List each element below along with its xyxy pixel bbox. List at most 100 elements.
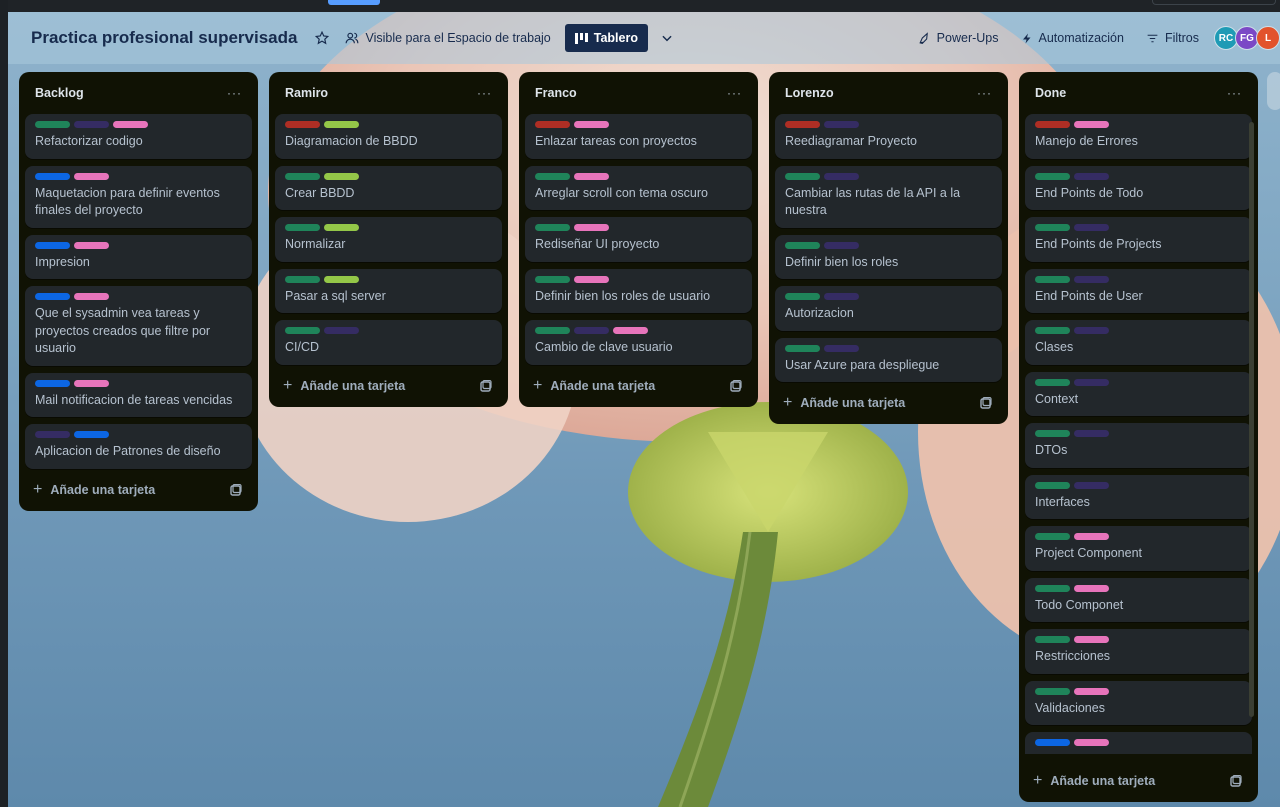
- label-green[interactable]: [1035, 481, 1070, 489]
- card[interactable]: Interfaces: [1025, 474, 1252, 519]
- card-template-icon[interactable]: [230, 483, 242, 496]
- list-menu-icon[interactable]: ···: [477, 86, 492, 100]
- label-purple[interactable]: [574, 327, 609, 334]
- board-view-button[interactable]: Tablero: [564, 24, 648, 52]
- label-purple[interactable]: [1074, 481, 1109, 489]
- label-red[interactable]: [1035, 121, 1070, 128]
- card[interactable]: Tema Oscuro: [1025, 732, 1252, 754]
- label-purple[interactable]: [824, 293, 859, 300]
- label-purple[interactable]: [1074, 430, 1109, 437]
- label-pink[interactable]: [613, 327, 648, 334]
- list-menu-icon[interactable]: ···: [227, 86, 242, 100]
- card[interactable]: Context: [1025, 371, 1252, 416]
- card[interactable]: Clases: [1025, 320, 1252, 365]
- list-menu-icon[interactable]: ···: [727, 86, 742, 100]
- card[interactable]: Todo Componet: [1025, 577, 1252, 622]
- card[interactable]: Cambio de clave usuario: [525, 320, 752, 365]
- card[interactable]: Pasar a sql server: [275, 268, 502, 313]
- star-button[interactable]: [315, 31, 330, 45]
- label-green[interactable]: [535, 224, 570, 231]
- label-green[interactable]: [785, 241, 820, 249]
- label-purple[interactable]: [1074, 327, 1109, 334]
- label-green[interactable]: [535, 327, 570, 334]
- label-purple[interactable]: [824, 344, 859, 352]
- label-pink[interactable]: [574, 121, 609, 128]
- label-purple[interactable]: [1074, 224, 1109, 231]
- card[interactable]: Autorizacion: [775, 286, 1002, 331]
- label-pink[interactable]: [113, 121, 148, 128]
- label-green[interactable]: [1035, 430, 1070, 437]
- label-pink[interactable]: [1074, 636, 1109, 643]
- label-purple[interactable]: [824, 172, 859, 180]
- label-green[interactable]: [1035, 378, 1070, 386]
- label-purple[interactable]: [824, 241, 859, 249]
- label-pink[interactable]: [74, 293, 109, 300]
- top-right-control[interactable]: [1152, 0, 1276, 5]
- list-header[interactable]: Ramiro ···: [275, 72, 502, 114]
- card[interactable]: Restricciones: [1025, 629, 1252, 674]
- label-blue[interactable]: [35, 172, 70, 180]
- label-green[interactable]: [285, 275, 320, 283]
- label-pink[interactable]: [1074, 739, 1109, 746]
- label-green[interactable]: [1035, 224, 1070, 231]
- label-purple[interactable]: [1074, 172, 1109, 180]
- label-lime[interactable]: [324, 121, 359, 128]
- add-card-button[interactable]: + Añade una tarjeta: [1033, 772, 1155, 790]
- label-purple[interactable]: [324, 327, 359, 334]
- label-lime[interactable]: [324, 224, 359, 231]
- label-green[interactable]: [1035, 275, 1070, 283]
- label-green[interactable]: [285, 172, 320, 180]
- card[interactable]: Mail notificacion de tareas vencidas: [25, 372, 252, 417]
- label-purple[interactable]: [824, 121, 859, 128]
- label-pink[interactable]: [574, 224, 609, 231]
- visibility-button[interactable]: Visible para el Espacio de trabajo: [345, 31, 551, 45]
- label-green[interactable]: [1035, 687, 1070, 695]
- card[interactable]: Definir bien los roles de usuario: [525, 268, 752, 313]
- list-header[interactable]: Franco ···: [525, 72, 752, 114]
- label-green[interactable]: [285, 327, 320, 334]
- label-purple[interactable]: [74, 121, 109, 128]
- add-card-button[interactable]: + Añade una tarjeta: [783, 394, 905, 412]
- label-pink[interactable]: [1074, 533, 1109, 540]
- card[interactable]: Usar Azure para despliegue: [775, 337, 1002, 382]
- list-header[interactable]: Done ···: [1025, 72, 1252, 114]
- label-pink[interactable]: [74, 379, 109, 387]
- avatar[interactable]: L: [1256, 26, 1280, 50]
- list-scrollbar[interactable]: [1249, 122, 1254, 717]
- label-lime[interactable]: [324, 172, 359, 180]
- card[interactable]: Aplicacion de Patrones de diseño: [25, 424, 252, 469]
- label-blue[interactable]: [1035, 739, 1070, 746]
- card[interactable]: Arreglar scroll con tema oscuro: [525, 165, 752, 210]
- card[interactable]: Normalizar: [275, 217, 502, 262]
- card[interactable]: Reediagramar Proyecto: [775, 114, 1002, 159]
- label-blue[interactable]: [35, 241, 70, 249]
- label-green[interactable]: [785, 172, 820, 180]
- label-red[interactable]: [785, 121, 820, 128]
- label-pink[interactable]: [1074, 121, 1109, 128]
- add-card-button[interactable]: + Añade una tarjeta: [283, 377, 405, 395]
- chevron-down-icon[interactable]: [660, 31, 674, 45]
- list-menu-icon[interactable]: ···: [977, 86, 992, 100]
- label-pink[interactable]: [574, 275, 609, 283]
- label-lime[interactable]: [324, 275, 359, 283]
- card[interactable]: Definir bien los roles: [775, 234, 1002, 279]
- automation-button[interactable]: Automatización: [1021, 31, 1124, 45]
- label-red[interactable]: [535, 121, 570, 128]
- label-green[interactable]: [535, 275, 570, 283]
- label-green[interactable]: [1035, 584, 1070, 592]
- label-green[interactable]: [1035, 327, 1070, 334]
- label-purple[interactable]: [1074, 378, 1109, 386]
- label-pink[interactable]: [1074, 687, 1109, 695]
- card-template-icon[interactable]: [480, 379, 492, 392]
- list-header[interactable]: Lorenzo ···: [775, 72, 1002, 114]
- card[interactable]: Validaciones: [1025, 680, 1252, 725]
- card[interactable]: End Points de User: [1025, 268, 1252, 313]
- card[interactable]: End Points de Todo: [1025, 165, 1252, 210]
- filters-button[interactable]: Filtros: [1146, 31, 1199, 45]
- card[interactable]: End Points de Projects: [1025, 217, 1252, 262]
- card-template-icon[interactable]: [1230, 775, 1242, 787]
- card[interactable]: Diagramacion de BBDD: [275, 114, 502, 159]
- card[interactable]: DTOs: [1025, 423, 1252, 468]
- powerups-button[interactable]: Power-Ups: [918, 31, 999, 45]
- label-purple[interactable]: [1074, 275, 1109, 283]
